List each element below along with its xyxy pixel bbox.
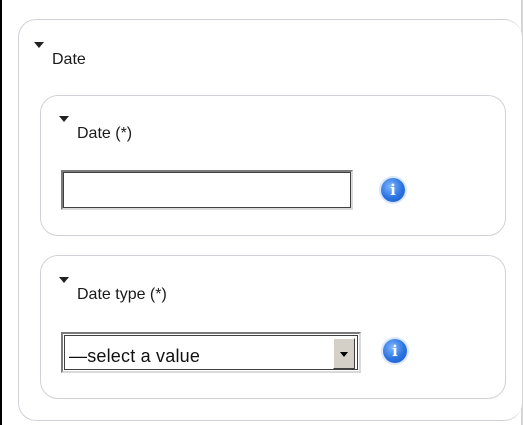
date-type-select-box[interactable]: —select a value (64, 335, 358, 370)
date-field-header[interactable]: Date (*) (59, 116, 132, 143)
collapse-triangle-icon[interactable] (34, 42, 44, 48)
dropdown-button[interactable] (333, 338, 355, 369)
info-icon[interactable]: i (381, 178, 405, 202)
date-field-label: Date (*) (77, 125, 133, 142)
date-section-title: Date (52, 51, 86, 68)
window-left-edge (0, 0, 2, 425)
chevron-down-icon (340, 352, 348, 357)
collapse-triangle-icon[interactable] (59, 116, 69, 122)
date-section-header[interactable]: Date (34, 41, 86, 69)
date-input[interactable] (61, 170, 353, 210)
date-type-select[interactable]: —select a value (61, 332, 361, 373)
info-icon[interactable]: i (383, 339, 407, 363)
date-type-field-header[interactable]: Date type (*) (59, 277, 167, 304)
page: Date Date (*) i Date type (*) —select a … (0, 0, 523, 425)
date-type-field-label: Date type (*) (77, 286, 167, 303)
date-type-selected-value: —select a value (69, 346, 201, 366)
collapse-triangle-icon[interactable] (59, 277, 69, 283)
